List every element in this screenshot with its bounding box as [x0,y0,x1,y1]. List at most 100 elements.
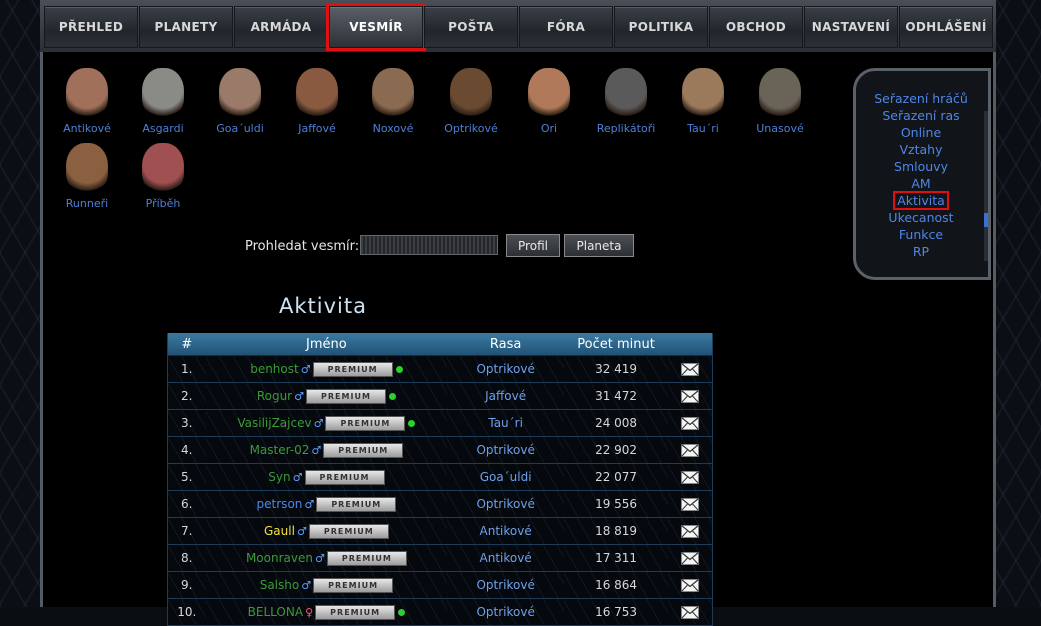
side-item-serazeni-hracu[interactable]: Seřazení hráčů [856,91,986,106]
search-input[interactable] [360,235,498,255]
mail-icon[interactable] [681,525,700,538]
side-item-rp[interactable]: RP [856,244,986,259]
player-name-link[interactable]: Master-02 [250,443,310,457]
race-portrait [682,68,724,118]
race-ori[interactable]: Ori [511,68,587,135]
race-pribeh[interactable]: Příběh [125,143,201,210]
mail-icon[interactable] [681,363,700,376]
table-row: 6. petrson ♂ PREMIUM Optrikové 19 556 [167,490,713,518]
row-name-cell: Salsho ♂ PREMIUM [205,571,448,599]
row-race[interactable]: Antikové [447,517,564,545]
side-item-aktivita[interactable]: Aktivita [856,191,986,210]
race-noxove[interactable]: Noxové [355,68,431,135]
row-minutes: 18 819 [563,517,669,545]
row-rank: 7. [167,517,206,545]
player-name-link[interactable]: Moonraven [246,551,313,565]
male-icon: ♂ [314,551,325,565]
player-name-link[interactable]: Syn [268,470,290,484]
mail-icon[interactable] [681,552,700,565]
table-row: 10. BELLONA ♀ PREMIUM Optrikové 16 753 [167,598,713,626]
race-unasove[interactable]: Unasové [742,68,818,135]
race-label: Příběh [145,197,181,210]
row-race[interactable]: Optrikové [447,436,564,464]
menu-item-fora[interactable]: FÓRA [519,6,613,48]
menu-item-vesmir[interactable]: VESMÍR [326,3,426,51]
side-item-smlouvy[interactable]: Smlouvy [856,159,986,174]
mail-icon[interactable] [681,579,700,592]
race-asgardi[interactable]: Asgardi [125,68,201,135]
player-name-link[interactable]: Rogur [257,389,292,403]
race-optrikove[interactable]: Optrikové [433,68,509,135]
mail-icon[interactable] [681,417,700,430]
race-label: Antikové [63,122,111,135]
header-race: Rasa [447,333,564,356]
premium-badge: PREMIUM [312,361,393,377]
player-name-link[interactable]: VasilijZajcev [237,416,311,430]
header-rank: # [167,333,206,356]
row-race[interactable]: Optrikové [447,571,564,599]
activity-table: # Jméno Rasa Počet minut 1. benhost ♂ PREMI… [167,333,713,626]
header-mail [668,333,713,356]
row-minutes: 32 419 [563,355,669,383]
race-antikove[interactable]: Antikové [49,68,125,135]
premium-badge: PREMIUM [308,523,389,539]
planet-button[interactable]: Planeta [564,234,634,257]
player-name-link[interactable]: petrson [257,497,303,511]
menu-item-posta[interactable]: POŠTA [424,6,518,48]
search-label: Prohledat vesmír: [245,239,360,254]
race-runneri[interactable]: Runneři [49,143,125,210]
menu-item-planety[interactable]: PLANETY [139,6,233,48]
race-goauldi[interactable]: Goa´uldi [202,68,278,135]
row-name-cell: benhost ♂ PREMIUM [205,355,448,383]
side-item-serazeni-ras[interactable]: Seřazení ras [856,108,986,123]
table-row: 2. Rogur ♂ PREMIUM Jaffové 31 472 [167,382,713,410]
row-race[interactable]: Tau´ri [447,409,564,437]
menu-item-prehled[interactable]: PŘEHLED [44,6,138,48]
row-race[interactable]: Optrikové [447,490,564,518]
row-race[interactable]: Optrikové [447,598,564,626]
profile-button[interactable]: Profil [506,234,560,257]
online-status-icon [408,419,416,427]
race-jaffove[interactable]: Jaffové [279,68,355,135]
header-name: Jméno [205,333,448,356]
mail-icon[interactable] [681,498,700,511]
row-mail-cell [668,436,713,464]
row-name-cell: Master-02 ♂ PREMIUM [205,436,448,464]
row-mail-cell [668,598,713,626]
row-rank: 10. [167,598,206,626]
race-replikatori[interactable]: Replikátoři [588,68,664,135]
side-item-am[interactable]: AM [856,176,986,191]
row-race[interactable]: Jaffové [447,382,564,410]
player-name-link[interactable]: benhost [250,362,299,376]
mail-icon[interactable] [681,471,700,484]
table-row: 8. Moonraven ♂ PREMIUM Antikové 17 311 [167,544,713,572]
menu-item-nastaveni[interactable]: NASTAVENÍ [804,6,898,48]
page-title: Aktivita [279,294,367,318]
mail-icon[interactable] [681,606,700,619]
mail-icon[interactable] [681,390,700,403]
menu-item-odhlaseni[interactable]: ODHLÁŠENÍ [899,6,993,48]
race-tauri[interactable]: Tau´ri [665,68,741,135]
mail-icon[interactable] [681,444,700,457]
side-item-funkce[interactable]: Funkce [856,227,986,242]
menu-item-armada[interactable]: ARMÁDA [234,6,328,48]
menu-item-obchod[interactable]: OBCHOD [709,6,803,48]
premium-badge: PREMIUM [305,388,386,404]
row-race[interactable]: Optrikové [447,355,564,383]
menu-item-politika[interactable]: POLITIKA [614,6,708,48]
side-item-vztahy[interactable]: Vztahy [856,142,986,157]
side-menu: Seřazení hráčů Seřazení ras Online Vztah… [853,68,991,280]
race-label: Unasové [756,122,804,135]
side-item-ukecanost[interactable]: Ukecanost [856,210,986,225]
row-race[interactable]: Goa´uldi [447,463,564,491]
race-portrait [528,68,570,118]
race-label: Ori [540,122,558,135]
player-name-link[interactable]: Salsho [260,578,300,592]
row-race[interactable]: Antikové [447,544,564,572]
side-item-online[interactable]: Online [856,125,986,140]
row-mail-cell [668,409,713,437]
player-name-link[interactable]: Gaull [264,524,295,538]
row-rank: 3. [167,409,206,437]
row-rank: 8. [167,544,206,572]
row-mail-cell [668,382,713,410]
